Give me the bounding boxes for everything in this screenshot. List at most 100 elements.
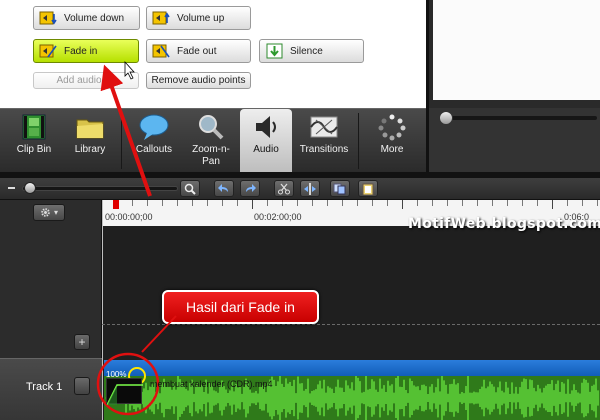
- track-lock-button[interactable]: [74, 377, 90, 395]
- tab-separator: [121, 113, 122, 169]
- ruler-tick: [132, 200, 133, 206]
- ruler-tick: [372, 200, 373, 206]
- callout-box: Hasil dari Fade in: [162, 290, 319, 324]
- timeline-zoom-knob[interactable]: [24, 182, 36, 194]
- audio-clip[interactable]: 100% membuat kalender (CDR).mp4: [104, 360, 600, 420]
- tab-more[interactable]: More: [364, 109, 420, 173]
- ruler-tick: [312, 200, 313, 206]
- magnifier-icon: [184, 183, 196, 195]
- volume-down-label: Volume down: [64, 12, 125, 24]
- volume-down-button[interactable]: Volume down: [33, 6, 140, 30]
- ruler-tick: [432, 200, 433, 206]
- ruler-tick: [567, 200, 568, 206]
- tab-transitions-label: Transitions: [299, 144, 349, 155]
- ruler-tick: [357, 200, 358, 206]
- audio-panel: Volume down Volume up Fade in Fade out S…: [0, 0, 426, 108]
- ruler-tick: [297, 200, 298, 206]
- speech-bubble-icon: [139, 114, 169, 140]
- add-track-button[interactable]: +: [74, 334, 90, 350]
- preview-seek-knob[interactable]: [439, 111, 453, 125]
- chevron-down-icon: ▾: [53, 208, 58, 217]
- fade-out-label: Fade out: [177, 45, 217, 57]
- tab-callouts-label: Callouts: [135, 144, 173, 155]
- tab-callouts[interactable]: Callouts: [126, 109, 182, 173]
- tab-clip-bin-label: Clip Bin: [16, 144, 52, 155]
- tab-separator: [358, 113, 359, 169]
- volume-down-icon: [39, 11, 57, 25]
- clip-thumbnail: [106, 378, 143, 406]
- split-button[interactable]: [300, 180, 320, 197]
- ruler-tick: [402, 200, 403, 209]
- volume-up-label: Volume up: [177, 12, 225, 24]
- tab-audio[interactable]: Audio: [240, 109, 292, 173]
- timeline-zoom-slider[interactable]: [22, 186, 178, 191]
- folder-icon: [76, 119, 104, 139]
- preview-canvas: [433, 0, 600, 100]
- fade-out-icon: [152, 44, 170, 58]
- track-1-header: Track 1: [0, 358, 102, 420]
- playhead-line: [102, 200, 103, 420]
- preview-seek-track[interactable]: [441, 116, 597, 120]
- watermark-text: MotifWeb.blogspot.com: [408, 216, 600, 232]
- tab-more-label: More: [380, 144, 404, 155]
- ruler-tick: [582, 200, 583, 206]
- copy-button[interactable]: [330, 180, 350, 197]
- dots-icon: [378, 114, 406, 141]
- tab-zoom-n-pan[interactable]: Zoom-n- Pan: [184, 109, 238, 173]
- magnifier-icon: [199, 115, 224, 140]
- preview-controls: [426, 108, 600, 172]
- ruler-tick: [282, 200, 283, 206]
- fade-in-icon: [39, 44, 57, 58]
- ruler-tick: [552, 200, 553, 209]
- cut-button[interactable]: [274, 180, 294, 197]
- timeline-settings-button[interactable]: ▾: [33, 204, 65, 221]
- clip-header: [104, 360, 600, 376]
- remove-audio-points-label: Remove audio points: [151, 75, 246, 86]
- callout-text: Hasil dari Fade in: [186, 299, 295, 315]
- volume-up-button[interactable]: Volume up: [146, 6, 251, 30]
- ruler-tick: [327, 200, 328, 206]
- tab-transitions[interactable]: Transitions: [294, 109, 354, 173]
- undo-icon: [218, 183, 228, 192]
- fade-in-curve-icon: [106, 384, 143, 406]
- scissors-icon: [278, 183, 290, 194]
- tab-library[interactable]: Library: [62, 109, 118, 173]
- track-drop-guide: [102, 324, 600, 325]
- ruler-tick: [507, 200, 508, 206]
- redo-button[interactable]: [240, 180, 260, 197]
- camtasia-window: Volume down Volume up Fade in Fade out S…: [0, 0, 600, 420]
- ruler-tick: [387, 200, 388, 206]
- ruler-tick: [477, 200, 478, 206]
- track-label: Track 1: [26, 381, 63, 393]
- undo-button[interactable]: [214, 180, 234, 197]
- clip-name: membuat kalender (CDR).mp4: [150, 379, 273, 389]
- silence-label: Silence: [290, 45, 323, 57]
- ruler-tick: [162, 200, 163, 206]
- tab-clip-bin[interactable]: Clip Bin: [6, 109, 62, 173]
- gear-icon: [41, 208, 50, 217]
- ruler-tick: [237, 200, 238, 206]
- ruler-tick: [147, 200, 148, 206]
- ruler-tick: [522, 200, 523, 206]
- ruler-tick: [177, 200, 178, 206]
- playhead-handle[interactable]: [113, 200, 119, 209]
- ruler-tick: [537, 200, 538, 206]
- ruler-tick: [597, 200, 598, 206]
- ruler-label-start: 00:00:00;00: [105, 212, 153, 222]
- ruler-tick: [417, 200, 418, 206]
- zoom-in-button[interactable]: [180, 180, 200, 197]
- fade-in-button[interactable]: Fade in: [33, 39, 139, 63]
- silence-button[interactable]: Silence: [259, 39, 364, 63]
- ruler-tick: [342, 200, 343, 206]
- fade-out-button[interactable]: Fade out: [146, 39, 251, 63]
- remove-audio-points-button[interactable]: Remove audio points: [146, 72, 251, 89]
- task-tabs: Clip Bin Library Callouts Zoom-n- Pan Au…: [0, 108, 426, 173]
- ruler-label-2min: 00:02:00;00: [254, 212, 302, 222]
- film-icon: [22, 114, 46, 140]
- paste-button[interactable]: [358, 180, 378, 197]
- ruler-tick: [267, 200, 268, 206]
- add-audio-point-label: Add audio po: [56, 75, 116, 86]
- zoom-out-icon[interactable]: [8, 187, 15, 189]
- add-audio-point-button[interactable]: Add audio po: [33, 72, 139, 89]
- volume-up-icon: [152, 11, 170, 25]
